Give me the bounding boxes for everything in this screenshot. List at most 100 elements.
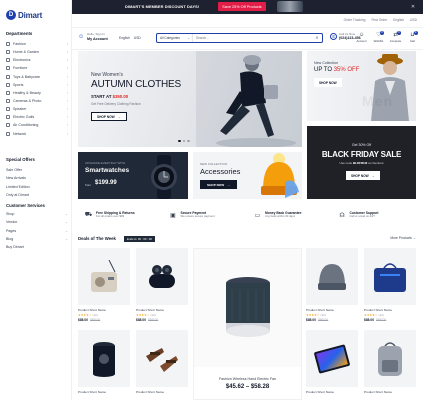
chevron-down-icon: ⌄ [65,220,68,225]
product-card[interactable]: Product Short Name ★★★★☆(12) $88.00 $99.0… [136,248,188,322]
product-name[interactable]: Product Short Name [306,390,358,394]
account-button[interactable]: ☺ Account [355,32,368,43]
sidebar-item-health[interactable]: Healthy & Beauty › [6,89,68,97]
product-name[interactable]: Product Short Name [364,308,416,312]
promo-code: BLKFRI42 [352,161,368,165]
accessories-subtitle: NEW COLLECTION [200,162,228,166]
hero-shop-now-button[interactable]: SHOP NOW → [91,112,127,121]
sidebar-item-electronics[interactable]: Electronics › [6,56,68,64]
find-order-link[interactable]: Find Order [371,18,387,22]
product-card[interactable]: Product Short Name ★★★★☆(12) $88.00 $99.0… [78,248,130,322]
close-icon[interactable]: ✕ [409,3,417,11]
search-icon[interactable]: ⌕ [312,34,322,42]
review-count: (12) [92,313,98,317]
sidebar-item-buy[interactable]: Buy Dimart [6,243,68,251]
order-tracking-link[interactable]: Order Tracking [344,18,366,22]
cart-icon: ⊔ 0 [410,31,418,38]
product-card[interactable]: Product Short Name [78,330,130,394]
user-icon: ☺ [358,32,365,38]
sidebar-item-new-arrivals[interactable]: New Arrivals [6,174,68,182]
search-category-select[interactable]: All Categories ⌄ [157,34,193,42]
more-products-link[interactable]: More Products → [390,236,416,240]
black-friday-shop-now-button[interactable]: SHOP NOW → [346,171,380,180]
accessories-title: Accessories [200,167,241,176]
sidebar-item-home-garden[interactable]: Home & Garden › [6,48,68,56]
product-rating: ★★★★☆(12) [78,313,130,317]
chevron-down-icon: ⌄ [65,228,68,233]
cart-button[interactable]: ⊔ 0 Cart [406,31,419,43]
black-friday-banner[interactable]: Get 30% Off BLACK FRIDAY SALE Use code B… [307,126,416,199]
product-card[interactable]: Product Short Name [364,330,416,394]
language-switch[interactable]: English USD [119,36,141,40]
sidebar-item-label: Fashion [13,42,26,47]
accessories-shop-now-button[interactable]: SHOP NOW → [200,180,238,189]
product-card[interactable]: Product Short Name [306,330,358,394]
featured-product-price: $45.62 – $58.28 [225,384,270,390]
logo[interactable]: D Dimart [6,10,42,20]
price-old: $99.00 [318,318,329,322]
account-block[interactable]: ☺ Hello, Sign In My Account [78,32,108,41]
product-name[interactable]: Product Short Name [364,390,416,394]
feature-subtitle: We ensure secure payment [180,214,215,219]
sidebar-item-only-dimart[interactable]: Only at Dimart [6,191,68,199]
featured-product-card[interactable]: Fashion Wireless Hand Electric Fan $45.6… [193,248,302,400]
pagination-dot[interactable] [182,139,185,142]
search-category-label: All Categories [160,36,180,40]
sidebar-item-limited[interactable]: Limited Edition [6,183,68,191]
radio-image [91,259,117,292]
language-link[interactable]: English [393,18,404,22]
deals-header: Deals of The Week Ends in: 00 : 00 : 00 … [78,234,416,244]
currency-link[interactable]: USD [410,18,417,22]
men-collection-banner[interactable]: Men New Collection UP TO 35% OFF SHOP NO… [307,51,416,121]
product-image [78,248,130,305]
sidebar-item-air[interactable]: Air Conditioning › [6,121,68,129]
header-icon-label: Wishlist [373,39,384,43]
logo-text: Dimart [18,10,43,20]
sidebar-item-shop[interactable]: Shop ⌄ [6,210,68,218]
search-input[interactable] [193,34,312,42]
product-name[interactable]: Product Short Name [136,308,188,312]
product-name[interactable]: Product Short Name [136,390,188,394]
promo-badge[interactable]: Save 25% Off Products [218,2,266,11]
accessories-banner[interactable]: NEW COLLECTION Accessories SHOP NOW → [193,152,302,199]
sidebar-item-toys[interactable]: Toys & Babycare › [6,73,68,81]
product-name[interactable]: Product Short Name [78,308,130,312]
product-card[interactable]: Product Short Name ★★★★☆(12) $88.00 $99.0… [306,248,358,322]
featured-product-name[interactable]: Fashion Wireless Hand Electric Fan [194,377,301,381]
sidebar-item-sports[interactable]: Sports › [6,81,68,89]
wishlist-button[interactable]: ♡ 0 Wishlist [372,31,385,43]
user-icon: ☺ [78,33,85,40]
product-card[interactable]: Product Short Name ★★★★☆(12) $88.00 $99.0… [364,248,416,322]
hero-banner[interactable]: New Women's AUTUMN CLOTHES START AT $350… [78,51,302,147]
product-name[interactable]: Product Short Name [78,390,130,394]
sidebar-item-furniture[interactable]: Furniture › [6,64,68,72]
star-icon: ★★★★☆ [136,313,150,317]
sidebar-item-label: Toys & Babycare [13,74,40,79]
sidebar-item-blog[interactable]: Blog ⌄ [6,235,68,243]
product-card[interactable]: Product Short Name [136,330,188,394]
men-banner-discount: 35% OFF [333,67,360,73]
smartwatches-banner[interactable]: UPGRADE EVERYDAY WITH Smartwatches from … [78,152,188,199]
sandals-image [146,347,178,372]
black-friday-code-text: Use code BLKFRI42 at checkout [307,161,416,165]
price-old: $99.00 [376,318,387,322]
pagination-dot[interactable] [187,139,190,142]
product-name[interactable]: Product Short Name [306,308,358,312]
sidebar-item-network[interactable]: Network › [6,130,68,138]
sidebar-item-pages[interactable]: Pages ⌄ [6,227,68,235]
compare-button[interactable]: ⇄ 0 Compare [389,31,402,43]
sidebar-item-vendor[interactable]: Vendor ⌄ [6,218,68,226]
money-icon: ▭ [254,212,261,219]
header-icon-label: Cart [409,39,416,43]
sidebar-item-sale[interactable]: Sale Offer [6,166,68,174]
sidebar-item-golfs[interactable]: Electric Golfs › [6,113,68,121]
sidebar-item-speaker[interactable]: Speaker › [6,105,68,113]
account-label: My Account [87,36,108,41]
chevron-right-icon: › [66,131,68,136]
customer-services-list: Shop ⌄ Vendor ⌄ Pages ⌄ Blog ⌄ Buy Dimart [6,210,68,251]
sidebar-item-fashion[interactable]: Fashion › [6,40,68,48]
men-shop-now-button[interactable]: SHOP NOW [314,78,342,87]
feature-support: ☊ Customer Support Call or email us 24/7 [332,205,417,225]
pagination-dot[interactable] [178,139,181,142]
sidebar-item-cameras[interactable]: Cameras & Photo › [6,97,68,105]
